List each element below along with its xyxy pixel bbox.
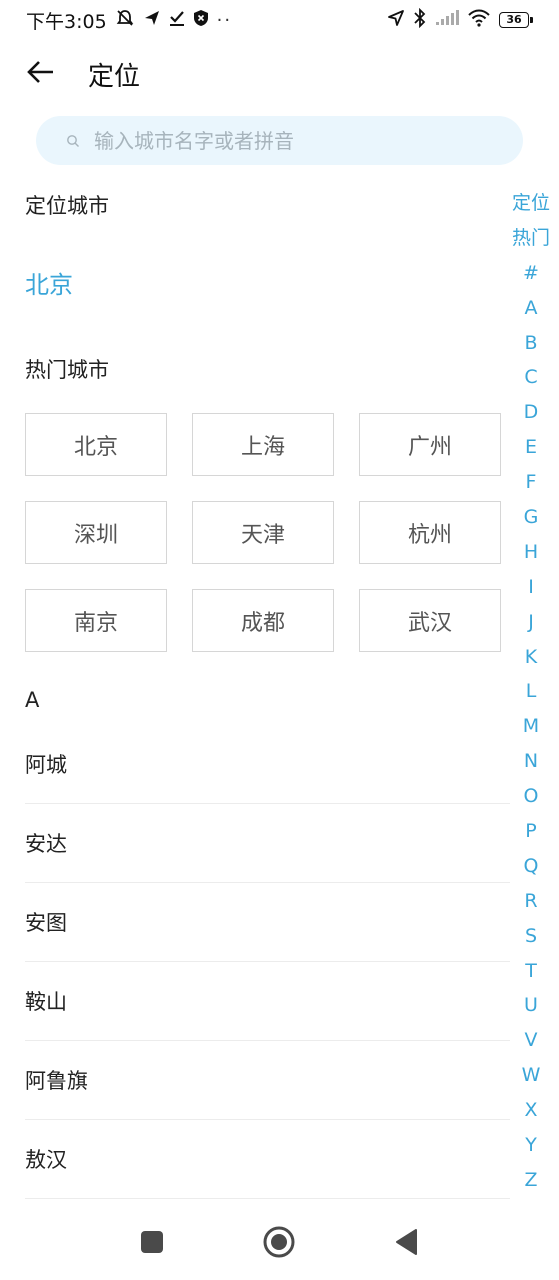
located-city-button[interactable]: 北京 (25, 265, 73, 300)
status-right: 36 (387, 7, 533, 32)
index-item-g[interactable]: G (509, 500, 553, 535)
hot-city-button[interactable]: 深圳 (25, 501, 167, 564)
status-time: 下午3:05 (26, 10, 107, 33)
index-item-y[interactable]: Y (509, 1128, 553, 1163)
index-item-t[interactable]: T (509, 954, 553, 989)
index-item-h[interactable]: H (509, 535, 553, 570)
signal-icon (435, 10, 459, 30)
index-item-b[interactable]: B (509, 326, 553, 361)
index-item-s[interactable]: S (509, 919, 553, 954)
hot-city-button[interactable]: 天津 (192, 501, 334, 564)
located-city-heading: 定位城市 (25, 194, 109, 218)
battery-tip (530, 17, 533, 23)
nav-back-button[interactable] (388, 1226, 424, 1262)
hot-cities-grid: 北京 上海 广州 深圳 天津 杭州 南京 成都 武汉 (25, 413, 502, 652)
index-item-hot[interactable]: 热门 (509, 221, 553, 256)
index-item-i[interactable]: I (509, 570, 553, 605)
location-arrow-icon (387, 9, 405, 31)
letter-section-header: A (25, 688, 40, 712)
index-item-e[interactable]: E (509, 430, 553, 465)
more-notifications-icon: ·· (216, 9, 233, 31)
index-item-n[interactable]: N (509, 744, 553, 779)
hot-city-button[interactable]: 南京 (25, 589, 167, 652)
city-list: 阿城 安达 安图 鞍山 阿鲁旗 敖汉 (25, 725, 510, 1199)
index-item-k[interactable]: K (509, 640, 553, 675)
city-list-item[interactable]: 阿城 (25, 725, 510, 804)
index-item-q[interactable]: Q (509, 849, 553, 884)
index-item-hash[interactable]: # (509, 256, 553, 291)
recent-apps-button[interactable] (134, 1226, 170, 1262)
home-button[interactable] (261, 1226, 297, 1262)
index-item-c[interactable]: C (509, 360, 553, 395)
hot-city-button[interactable]: 杭州 (359, 501, 501, 564)
system-nav-bar (0, 1210, 559, 1280)
status-bar: 下午3:05 ·· 36 (0, 0, 559, 40)
bluetooth-icon (413, 7, 427, 32)
index-item-r[interactable]: R (509, 884, 553, 919)
index-item-x[interactable]: X (509, 1093, 553, 1128)
search-bar[interactable] (36, 116, 523, 165)
shield-icon (193, 9, 209, 32)
index-item-w[interactable]: W (509, 1058, 553, 1093)
square-icon (140, 1230, 164, 1258)
hot-city-button[interactable]: 北京 (25, 413, 167, 476)
battery-level: 36 (499, 12, 529, 28)
index-item-m[interactable]: M (509, 709, 553, 744)
index-item-l[interactable]: L (509, 674, 553, 709)
wifi-icon (467, 9, 491, 31)
city-list-item[interactable]: 安达 (25, 804, 510, 883)
index-item-f[interactable]: F (509, 465, 553, 500)
city-list-item[interactable]: 阿鲁旗 (25, 1041, 510, 1120)
index-item-d[interactable]: D (509, 395, 553, 430)
search-input[interactable] (94, 128, 474, 153)
app-header: 定位 (0, 44, 559, 104)
index-item-p[interactable]: P (509, 814, 553, 849)
city-list-item[interactable]: 鞍山 (25, 962, 510, 1041)
hot-city-button[interactable]: 广州 (359, 413, 501, 476)
hot-cities-heading: 热门城市 (25, 358, 109, 382)
city-list-item[interactable]: 安图 (25, 883, 510, 962)
triangle-back-icon (394, 1228, 418, 1260)
page-title: 定位 (88, 61, 141, 92)
index-item-located[interactable]: 定位 (509, 186, 553, 221)
index-item-a[interactable]: A (509, 291, 553, 326)
hot-city-button[interactable]: 成都 (192, 589, 334, 652)
search-icon (66, 134, 80, 148)
mute-bell-icon (115, 8, 135, 33)
send-icon (143, 9, 161, 32)
index-item-u[interactable]: U (509, 988, 553, 1023)
arrow-left-icon (26, 59, 56, 89)
index-item-j[interactable]: J (509, 605, 553, 640)
battery-icon: 36 (499, 12, 533, 28)
index-item-z[interactable]: Z (509, 1163, 553, 1198)
city-list-item[interactable]: 敖汉 (25, 1120, 510, 1199)
circle-icon (262, 1225, 296, 1263)
hot-city-button[interactable]: 武汉 (359, 589, 501, 652)
download-done-icon (169, 9, 185, 32)
index-item-v[interactable]: V (509, 1023, 553, 1058)
index-item-o[interactable]: O (509, 779, 553, 814)
alphabet-index-bar[interactable]: 定位 热门 # A B C D E F G H I J K L M N O P … (509, 186, 553, 1198)
back-button[interactable] (26, 49, 76, 99)
status-left: 下午3:05 ·· (26, 7, 232, 34)
hot-city-button[interactable]: 上海 (192, 413, 334, 476)
